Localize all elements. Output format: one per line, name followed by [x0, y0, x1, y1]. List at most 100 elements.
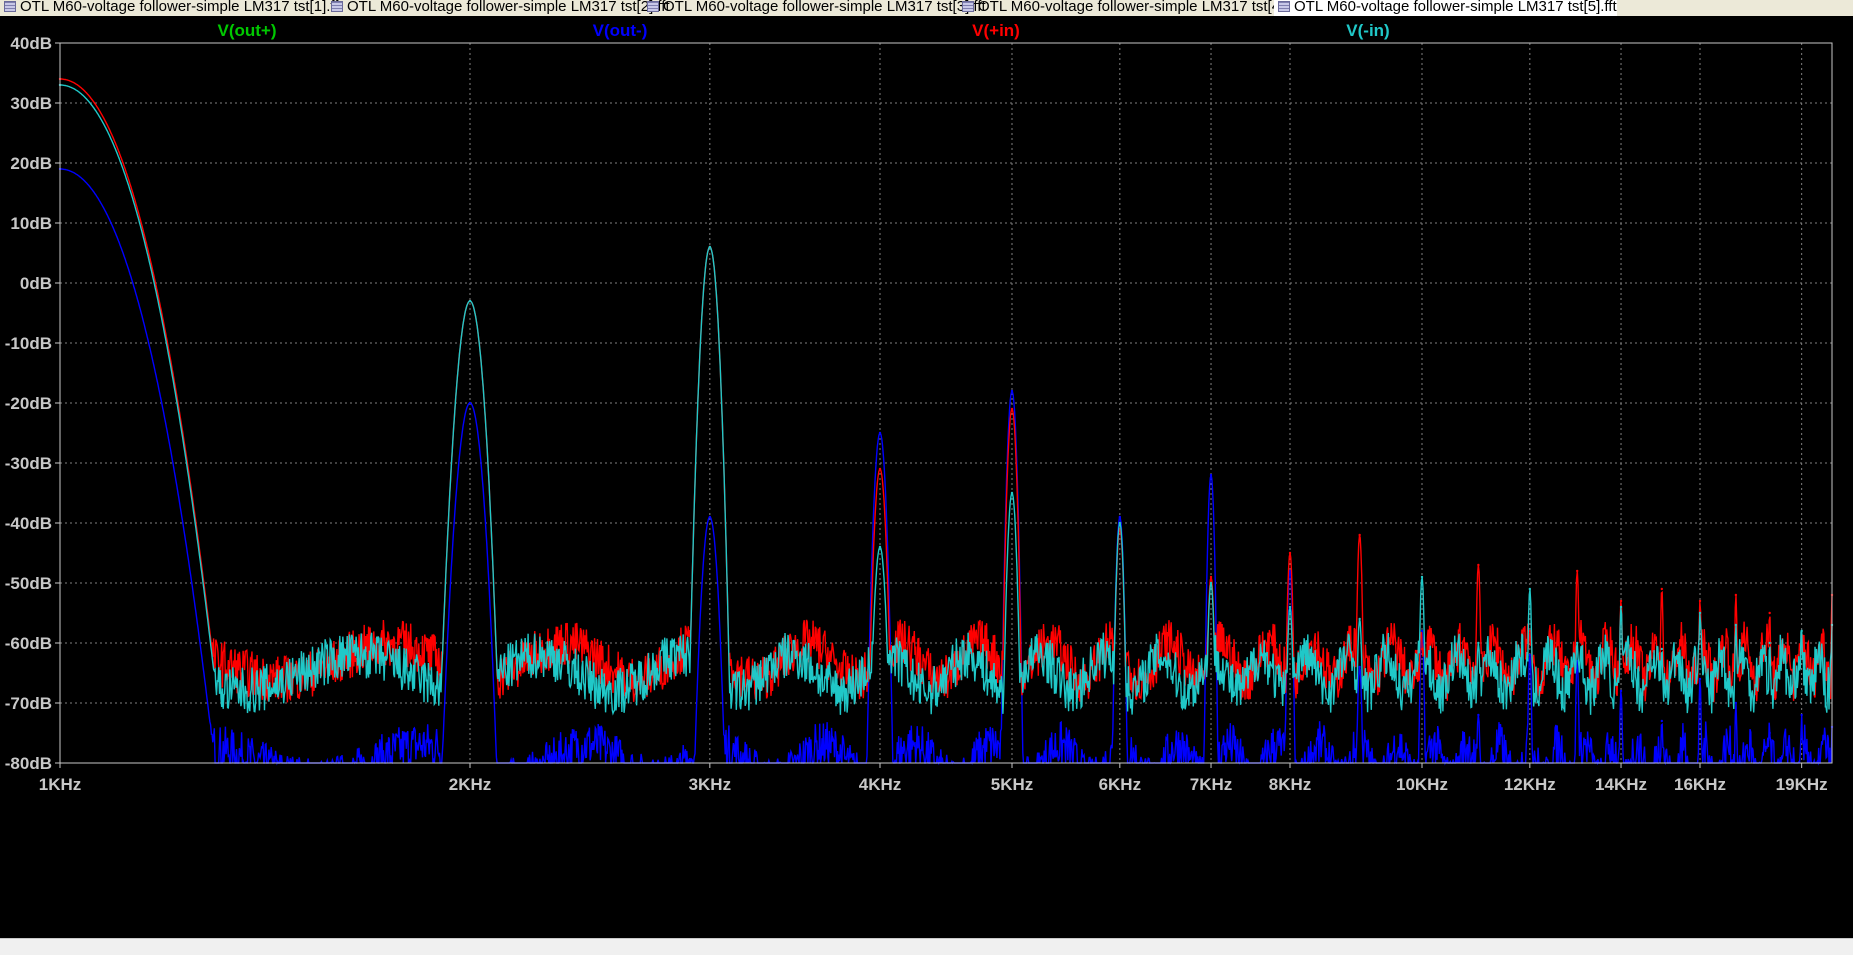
tab-1[interactable]: OTL M60-voltage follower-simple LM317 ts… — [0, 0, 343, 16]
x-tick-label: 2KHz — [449, 775, 492, 794]
tab-label: OTL M60-voltage follower-simple LM317 ts… — [347, 0, 670, 15]
tab-label: OTL M60-voltage follower-simple LM317 ts… — [20, 0, 343, 15]
trace-V(+in) — [60, 78, 1833, 703]
peak-point — [1698, 599, 1702, 603]
legend-label[interactable]: V(out-) — [593, 21, 648, 40]
peak-point — [1660, 719, 1664, 723]
peak-point — [1619, 599, 1623, 603]
peak-point — [1734, 701, 1738, 705]
peak-point — [1477, 641, 1480, 645]
x-tick-label: 4KHz — [859, 775, 902, 794]
peak-point — [1420, 647, 1424, 651]
peak-point — [1118, 521, 1122, 525]
waveform-file-icon — [4, 1, 16, 12]
fft-plot[interactable]: 40dB 30dB 20dB 10dB 0dB -10dB -20dB -30dB -40dB -… — [0, 16, 1853, 938]
peak-point — [1118, 515, 1122, 519]
legend-label[interactable]: V(+in) — [972, 21, 1020, 40]
peak-point — [1477, 713, 1480, 717]
peak-point — [1575, 569, 1579, 573]
trace-V(-in) — [60, 84, 1833, 716]
x-axis: 1KHz 2KHz 3KHz 4KHz 5KHz 6KHz 7KHz 8KHz 10KHz 12K… — [39, 763, 1828, 794]
x-tick-label: 8KHz — [1269, 775, 1312, 794]
tab-5[interactable]: OTL M60-voltage follower-simple LM317 ts… — [1274, 0, 1617, 16]
peak-point — [468, 401, 472, 405]
x-tick-label: 5KHz — [991, 775, 1034, 794]
legend: V(out+) V(out-) V(+in) V(-in) — [217, 21, 1389, 40]
peak-point — [1358, 617, 1361, 621]
y-tick-label: -50dB — [5, 574, 52, 593]
peak-point — [1528, 653, 1532, 657]
peak-point — [1209, 581, 1213, 585]
y-tick-label: -40dB — [5, 514, 52, 533]
peak-point — [1288, 551, 1292, 555]
waveform-file-icon — [1278, 1, 1290, 12]
peak-point — [1477, 563, 1480, 567]
peak-point — [1800, 713, 1803, 717]
peak-point — [1768, 731, 1771, 735]
y-axis: 40dB 30dB 20dB 10dB 0dB -10dB -20dB -30dB -40dB -… — [5, 34, 60, 773]
peak-point — [1528, 587, 1532, 591]
peak-point — [1010, 491, 1014, 495]
legend-label[interactable]: V(out+) — [217, 21, 276, 40]
x-tick-label: 16KHz — [1674, 775, 1726, 794]
y-tick-label: -20dB — [5, 394, 52, 413]
y-tick-label: -70dB — [5, 694, 52, 713]
x-tick-label: 19KHz — [1776, 775, 1828, 794]
peak-point — [1420, 575, 1424, 579]
y-tick-label: -30dB — [5, 454, 52, 473]
peak-point — [1660, 587, 1664, 591]
peak-point — [878, 431, 882, 435]
traces — [58, 77, 1834, 766]
tab-label: OTL M60-voltage follower-simple LM317 ts… — [663, 0, 986, 15]
y-tick-label: 20dB — [10, 154, 52, 173]
peak-point — [1768, 641, 1771, 645]
x-tick-label: 7KHz — [1190, 775, 1233, 794]
peak-point — [1209, 473, 1213, 477]
tab-2[interactable]: OTL M60-voltage follower-simple LM317 ts… — [327, 0, 670, 16]
x-tick-label: 1KHz — [39, 775, 82, 794]
peak-point — [1209, 575, 1213, 579]
y-tick-label: 40dB — [10, 34, 52, 53]
peak-point — [1734, 593, 1738, 597]
tab-label: OTL M60-voltage follower-simple LM317 ts… — [1294, 0, 1617, 15]
peak-point — [1734, 623, 1738, 627]
y-tick-label: 0dB — [20, 274, 52, 293]
tab-4[interactable]: OTL M60-voltage follower-simple LM317 ts… — [958, 0, 1301, 16]
tab-bar: OTL M60-voltage follower-simple LM317 ts… — [0, 0, 1853, 17]
peak-point — [1768, 611, 1771, 615]
peak-point — [468, 299, 472, 303]
y-tick-label: 30dB — [10, 94, 52, 113]
peak-point — [708, 515, 712, 519]
x-tick-label: 6KHz — [1099, 775, 1142, 794]
peak-point — [1010, 389, 1014, 393]
tab-3[interactable]: OTL M60-voltage follower-simple LM317 ts… — [643, 0, 986, 16]
y-tick-label: -10dB — [5, 334, 52, 353]
status-bar — [0, 938, 1853, 955]
waveform-file-icon — [962, 1, 974, 12]
x-tick-label: 14KHz — [1595, 775, 1647, 794]
peak-point — [1698, 677, 1702, 681]
legend-label[interactable]: V(-in) — [1346, 21, 1389, 40]
waveform-file-icon — [647, 1, 659, 12]
plot-pane: 40dB 30dB 20dB 10dB 0dB -10dB -20dB -30dB -40dB -… — [0, 16, 1853, 938]
peak-point — [1619, 605, 1623, 609]
peak-point — [1619, 689, 1623, 693]
x-tick-label: 10KHz — [1396, 775, 1448, 794]
tab-label: OTL M60-voltage follower-simple LM317 ts… — [978, 0, 1301, 15]
peak-point — [1660, 647, 1664, 651]
y-tick-label: -80dB — [5, 754, 52, 773]
peak-point — [878, 467, 882, 471]
peak-point — [1010, 407, 1014, 411]
peak-point — [1800, 629, 1803, 633]
waveform-file-icon — [331, 1, 343, 12]
peak-point — [708, 245, 712, 249]
peak-point — [1358, 665, 1361, 669]
peak-point — [1358, 533, 1361, 537]
x-tick-label: 12KHz — [1504, 775, 1556, 794]
x-tick-label: 3KHz — [689, 775, 732, 794]
peak-point — [1698, 611, 1702, 615]
peak-point — [878, 545, 882, 549]
y-tick-label: -60dB — [5, 634, 52, 653]
peak-point — [1288, 605, 1292, 609]
peak-point — [1575, 641, 1579, 645]
